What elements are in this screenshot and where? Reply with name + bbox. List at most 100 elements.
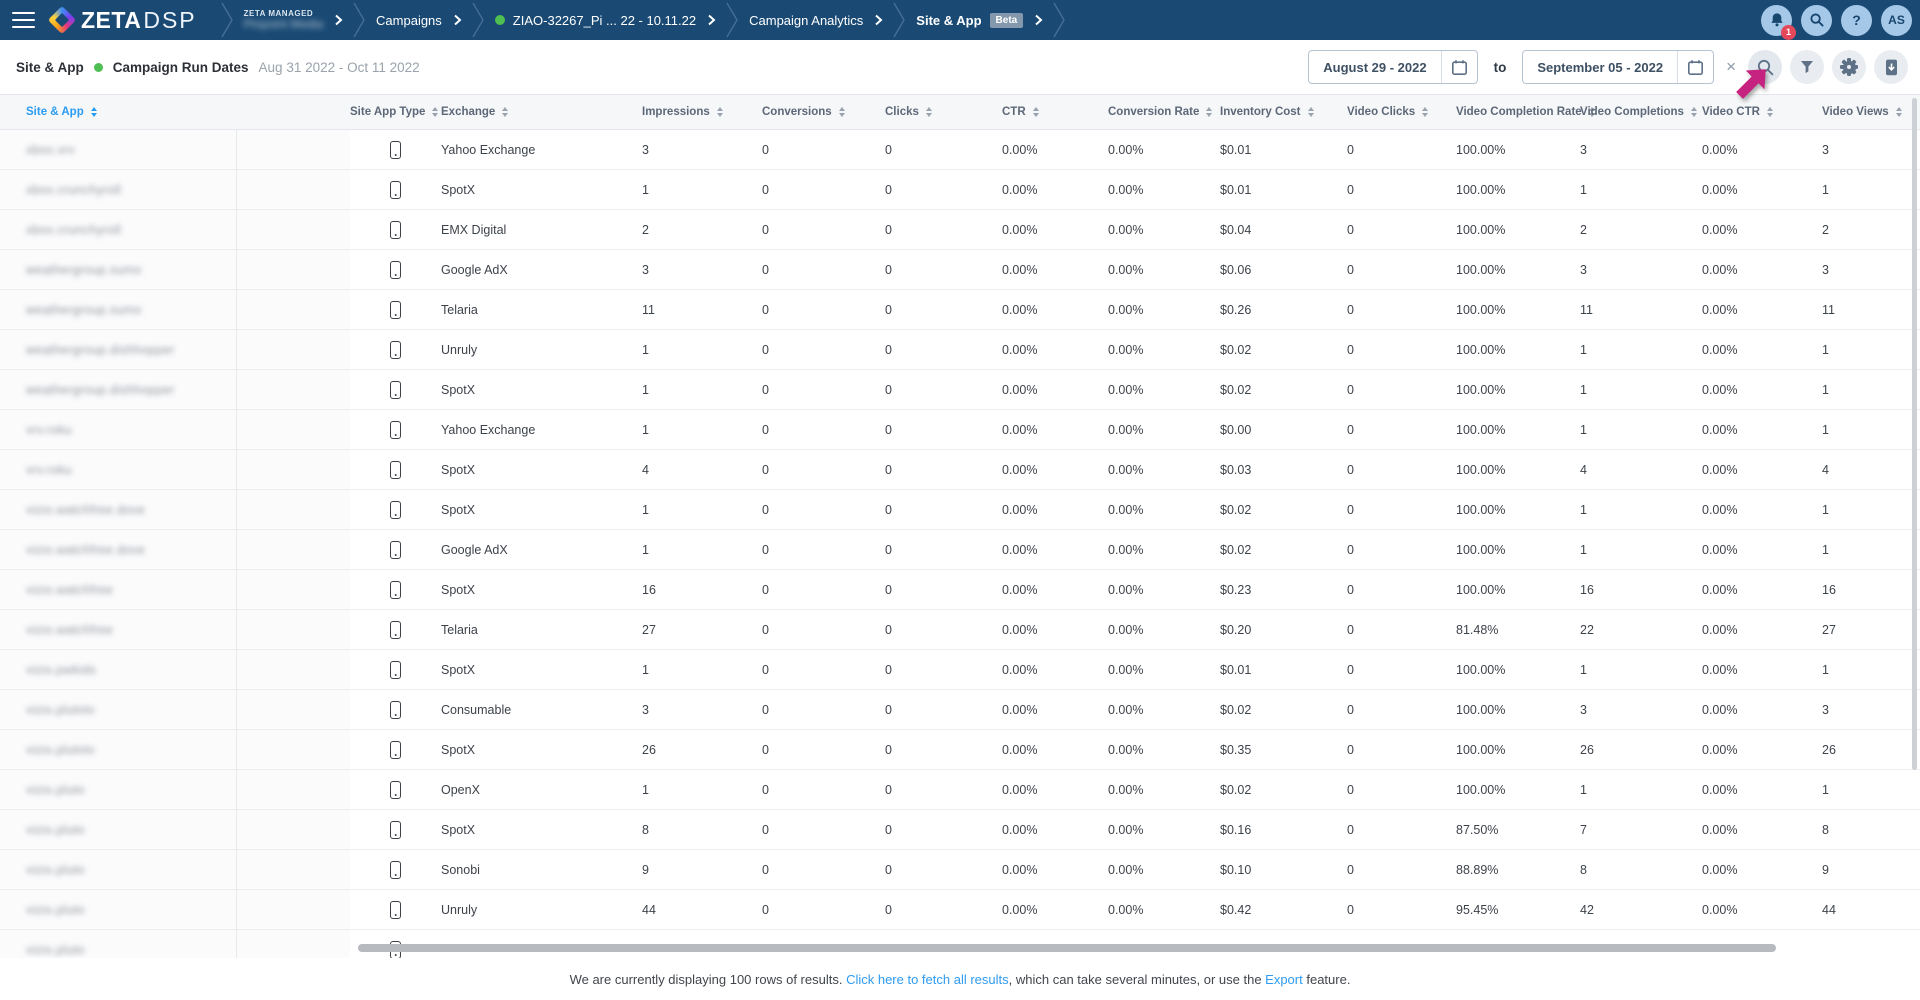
results-notice: We are currently displaying 100 rows of … xyxy=(570,972,847,987)
video-completions-cell: 8 xyxy=(1580,863,1702,877)
mobile-app-icon xyxy=(390,781,401,799)
site-app-type-cell xyxy=(350,181,441,199)
video-views-cell: 26 xyxy=(1822,743,1920,757)
avatar[interactable]: AS xyxy=(1881,5,1912,36)
column-header[interactable]: Video Views xyxy=(1822,106,1920,118)
site-cell: vizio.plutotv xyxy=(0,690,350,729)
global-search-button[interactable] xyxy=(1801,5,1832,36)
conversions-cell: 0 xyxy=(762,143,885,157)
clicks-cell: 0 xyxy=(885,143,1002,157)
conversion-rate-cell: 0.00% xyxy=(1108,423,1220,437)
horizontal-scrollbar[interactable] xyxy=(358,944,1776,952)
clicks-cell: 0 xyxy=(885,583,1002,597)
video-ctr-cell: 0.00% xyxy=(1702,503,1822,517)
impressions-cell: 1 xyxy=(642,183,762,197)
column-header[interactable]: CTR xyxy=(1002,106,1108,118)
export-button[interactable] xyxy=(1874,50,1908,84)
table-row: vizio.pluto SpotX 8 0 0 0.00% 0.00% $0.1… xyxy=(0,810,1920,850)
ctr-cell: 0.00% xyxy=(1002,623,1108,637)
video-views-cell: 27 xyxy=(1822,623,1920,637)
help-button[interactable]: ? xyxy=(1841,5,1872,36)
video-ctr-cell: 0.00% xyxy=(1702,743,1822,757)
column-header[interactable]: Video Completions xyxy=(1580,106,1702,118)
column-header[interactable]: Conversions xyxy=(762,106,885,118)
mobile-app-icon xyxy=(390,901,401,919)
video-views-cell: 9 xyxy=(1822,863,1920,877)
settings-button[interactable] xyxy=(1832,50,1866,84)
fetch-all-results-link[interactable]: Click here to fetch all results xyxy=(846,972,1009,987)
column-header[interactable]: Inventory Cost xyxy=(1220,106,1347,118)
inventory-cost-cell: $0.42 xyxy=(1220,903,1347,917)
results-footer: We are currently displaying 100 rows of … xyxy=(0,958,1920,1000)
column-header[interactable]: Clicks xyxy=(885,106,1002,118)
calendar-icon[interactable] xyxy=(1677,50,1713,84)
site-name-redacted: weathergroup.dishhopper xyxy=(26,383,175,397)
breadcrumb-site-and-app[interactable]: Site & App Beta xyxy=(916,13,1043,28)
impressions-cell: 16 xyxy=(642,583,762,597)
date-from-input[interactable]: August 29 - 2022 xyxy=(1308,50,1477,84)
mobile-app-icon xyxy=(390,821,401,839)
clicks-cell: 0 xyxy=(885,903,1002,917)
gear-icon xyxy=(1840,58,1858,76)
column-header[interactable]: Conversion Rate xyxy=(1108,106,1220,118)
ctr-cell: 0.00% xyxy=(1002,143,1108,157)
video-completion-rate-cell: 100.00% xyxy=(1456,663,1580,677)
column-header[interactable]: Exchange xyxy=(441,106,642,118)
sort-icon xyxy=(432,107,438,118)
conversions-cell: 0 xyxy=(762,863,885,877)
vertical-scrollbar[interactable] xyxy=(1912,98,1917,770)
notifications-button[interactable]: 1 xyxy=(1761,5,1792,36)
hamburger-icon[interactable] xyxy=(0,0,46,40)
site-name-redacted: weathergroup.dishhopper xyxy=(26,343,175,357)
table-row: weathergroup.dishhopper Unruly 1 0 0 0.0… xyxy=(0,330,1920,370)
conversions-cell: 0 xyxy=(762,823,885,837)
breadcrumb-account[interactable]: ZETA MANAGED Pinpoint Media xyxy=(244,9,343,32)
conversions-cell: 0 xyxy=(762,263,885,277)
column-header[interactable]: Impressions xyxy=(642,106,762,118)
column-header[interactable]: Video Clicks xyxy=(1347,106,1456,118)
breadcrumb-campaigns[interactable]: Campaigns xyxy=(376,13,462,28)
video-views-cell: 8 xyxy=(1822,823,1920,837)
filter-button[interactable] xyxy=(1790,50,1824,84)
breadcrumb-campaign[interactable]: ZIAO-32267_Pi ... 22 - 10.11.22 xyxy=(495,13,716,28)
table-row: weathergroup.dishhopper SpotX 1 0 0 0.00… xyxy=(0,370,1920,410)
exchange-cell: SpotX xyxy=(441,663,642,677)
date-to-input[interactable]: September 05 - 2022 xyxy=(1522,50,1714,84)
video-completion-rate-cell: 100.00% xyxy=(1456,383,1580,397)
zeta-dsp-logo[interactable]: ZETADSP xyxy=(46,7,211,34)
conversion-rate-cell: 0.00% xyxy=(1108,263,1220,277)
column-header[interactable]: Site & App xyxy=(0,106,350,118)
video-completion-rate-cell: 100.00% xyxy=(1456,743,1580,757)
site-name-redacted: vizio.pluto xyxy=(26,903,85,917)
chevron-separator-icon xyxy=(353,0,366,40)
video-clicks-cell: 0 xyxy=(1347,623,1456,637)
ctr-cell: 0.00% xyxy=(1002,223,1108,237)
exchange-cell: Telaria xyxy=(441,623,642,637)
site-cell: weathergroup.sumo xyxy=(0,290,350,329)
video-completion-rate-cell: 100.00% xyxy=(1456,783,1580,797)
conversions-cell: 0 xyxy=(762,223,885,237)
column-header[interactable]: Video Completion Rate xyxy=(1456,106,1580,118)
calendar-icon[interactable] xyxy=(1441,50,1477,84)
video-completions-cell: 22 xyxy=(1580,623,1702,637)
breadcrumb-campaign-analytics[interactable]: Campaign Analytics xyxy=(749,13,883,28)
column-header[interactable]: Video CTR xyxy=(1702,106,1822,118)
video-clicks-cell: 0 xyxy=(1347,183,1456,197)
inventory-cost-cell: $0.02 xyxy=(1220,343,1347,357)
date-range-to-label: to xyxy=(1494,60,1507,75)
video-ctr-cell: 0.00% xyxy=(1702,223,1822,237)
site-cell: vizio.watchfree.dove xyxy=(0,530,350,569)
column-header[interactable]: Site App Type xyxy=(350,106,441,118)
conversions-cell: 0 xyxy=(762,743,885,757)
video-ctr-cell: 0.00% xyxy=(1702,383,1822,397)
export-link[interactable]: Export xyxy=(1265,972,1303,987)
conversion-rate-cell: 0.00% xyxy=(1108,223,1220,237)
video-ctr-cell: 0.00% xyxy=(1702,783,1822,797)
video-views-cell: 11 xyxy=(1822,303,1920,317)
site-name-redacted: vizio.plutotv xyxy=(26,743,95,757)
site-app-type-cell xyxy=(350,301,441,319)
brand-name: ZETA xyxy=(81,7,141,33)
table-row: vizio.pluto OpenX 1 0 0 0.00% 0.00% $0.0… xyxy=(0,770,1920,810)
site-app-type-cell xyxy=(350,501,441,519)
clicks-cell: 0 xyxy=(885,463,1002,477)
